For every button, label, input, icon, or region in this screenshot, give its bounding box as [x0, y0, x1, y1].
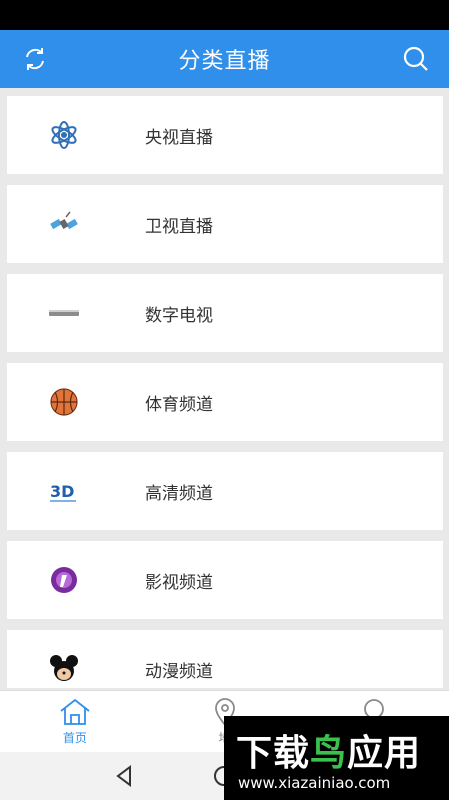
film-reel-icon	[47, 563, 81, 597]
atom-icon	[47, 118, 81, 152]
refresh-button[interactable]	[6, 30, 64, 88]
3d-icon: 3D	[47, 474, 81, 508]
tab-home[interactable]: 首页	[0, 691, 150, 753]
tab-label: 首页	[62, 731, 87, 745]
mickey-icon	[47, 652, 81, 686]
category-label: 高清频道	[145, 483, 213, 504]
watermark-title: 下载鸟应用	[236, 733, 422, 774]
page-title: 分类直播	[178, 49, 271, 74]
category-list: 央视直播 卫视直播 数字电视 体育频道 3D 高清频道 影视频道 动漫频道	[7, 96, 443, 688]
refresh-icon	[26, 48, 44, 70]
back-icon	[116, 765, 131, 787]
category-label: 卫视直播	[145, 216, 213, 237]
back-button[interactable]	[110, 762, 138, 790]
category-item[interactable]: 3D 高清频道	[7, 452, 443, 530]
watermark-url: www.xiazainiao.com	[238, 774, 391, 792]
category-item[interactable]: 数字电视	[7, 274, 443, 352]
svg-text:3D: 3D	[50, 482, 74, 501]
watermark-logo: 下载鸟应用 www.xiazainiao.com	[224, 716, 449, 800]
basketball-icon	[47, 385, 81, 419]
category-label: 央视直播	[145, 127, 213, 148]
category-label: 体育频道	[145, 394, 213, 415]
set-top-box-icon	[47, 296, 81, 330]
search-icon	[403, 46, 428, 71]
category-item[interactable]: 影视频道	[7, 541, 443, 619]
status-bar	[0, 0, 449, 30]
category-label: 数字电视	[145, 305, 213, 326]
home-icon	[60, 698, 90, 725]
category-item[interactable]: 体育频道	[7, 363, 443, 441]
category-item[interactable]: 卫视直播	[7, 185, 443, 263]
category-label: 影视频道	[145, 572, 213, 593]
app-bar: 分类直播	[0, 30, 449, 88]
category-item[interactable]: 央视直播	[7, 96, 443, 174]
app-screen: 分类直播 央视直播 卫视直播 数字电视 体育频道 3D 高清频道 影视频道 动漫…	[0, 0, 449, 800]
category-item[interactable]: 动漫频道	[7, 630, 443, 688]
satellite-icon	[47, 207, 81, 241]
search-button[interactable]	[387, 30, 445, 88]
category-label: 动漫频道	[145, 661, 213, 682]
